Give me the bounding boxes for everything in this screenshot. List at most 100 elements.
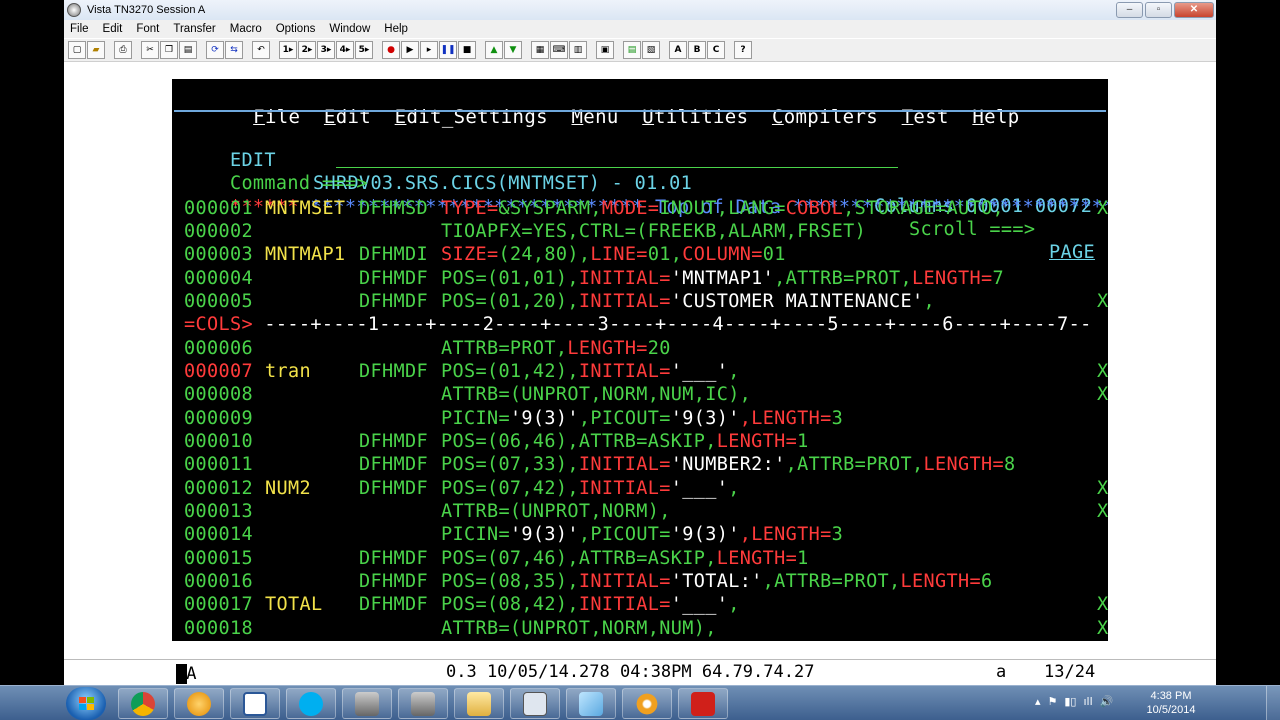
taskbar-tn3270-b[interactable] [398, 688, 448, 719]
line-operands[interactable]: POS=(07,33),INITIAL='NUMBER2:',ATTRB=PRO… [441, 453, 1015, 476]
macro-2-icon[interactable]: 2▸ [298, 41, 316, 59]
line-number[interactable]: 000015 [184, 548, 253, 569]
command-input[interactable] [336, 151, 898, 168]
taskbar-calculator[interactable] [510, 688, 560, 719]
line-operands[interactable]: TIOAPFX=YES,CTRL=(FREEKB,ALARM,FRSET) [441, 220, 866, 243]
line-number[interactable]: 000011 [184, 454, 253, 475]
line-number[interactable]: 000007 [184, 361, 253, 382]
copy-icon[interactable]: ❐ [160, 41, 178, 59]
session-a-button[interactable]: A [669, 41, 687, 59]
line-operands[interactable]: ATTRB=(UNPROT,NORM), [441, 500, 671, 523]
notes-icon[interactable]: ▤ [623, 41, 641, 59]
undo-icon[interactable]: ↶ [252, 41, 270, 59]
keypad-icon[interactable]: ▦ [531, 41, 549, 59]
taskbar-tn3270-a[interactable] [342, 688, 392, 719]
line-number[interactable]: 000018 [184, 618, 253, 639]
line-operands[interactable]: TYPE=&SYSPARM,MODE=INOUT,LANG=COBOL,STOR… [441, 197, 1004, 220]
line-number[interactable]: 000001 [184, 198, 253, 219]
macro-1-icon[interactable]: 1▸ [279, 41, 297, 59]
line-number[interactable]: 000009 [184, 408, 253, 429]
line-number[interactable]: 000008 [184, 384, 253, 405]
line-number[interactable]: 000004 [184, 268, 253, 289]
line-operands[interactable]: POS=(07,42),INITIAL='___', [441, 477, 740, 500]
grid-icon[interactable]: ▥ [569, 41, 587, 59]
line-operands[interactable]: ATTRB=PROT,LENGTH=20 [441, 337, 671, 360]
line-number[interactable]: 000010 [184, 431, 253, 452]
macro-4-icon[interactable]: 4▸ [336, 41, 354, 59]
step-icon[interactable]: ▸ [420, 41, 438, 59]
terminal-screen[interactable]: File Edit Edit_Settings Menu Utilities C… [172, 79, 1108, 641]
title-bar[interactable]: Vista TN3270 Session A – ▫ ✕ [64, 0, 1216, 20]
taskbar-chrome[interactable] [118, 688, 168, 719]
line-operands[interactable]: PICIN='9(3)',PICOUT='9(3)',LENGTH=3 [441, 523, 843, 546]
menu-window[interactable]: Window [329, 23, 370, 35]
line-operands[interactable]: POS=(01,01),INITIAL='MNTMAP1',ATTRB=PROT… [441, 267, 1004, 290]
line-operands[interactable]: POS=(07,46),ATTRB=ASKIP,LENGTH=1 [441, 547, 809, 570]
record-icon[interactable]: ● [382, 41, 400, 59]
sync-icon[interactable]: ⇆ [225, 41, 243, 59]
line-operands[interactable]: POS=(06,46),ATTRB=ASKIP,LENGTH=1 [441, 430, 809, 453]
line-number[interactable]: 000017 [184, 594, 253, 615]
macros-icon[interactable]: ▣ [596, 41, 614, 59]
taskbar-clock-display[interactable]: 4:38 PM 10/5/2014 [1140, 689, 1202, 717]
open-folder-icon[interactable]: ▰ [87, 41, 105, 59]
keyboard-icon[interactable]: ⌨ [550, 41, 568, 59]
cut-icon[interactable]: ✂ [141, 41, 159, 59]
system-tray[interactable]: ▴ ⚑ ▮▯ ıll 🔊 [1035, 695, 1113, 708]
taskbar-skype[interactable] [286, 688, 336, 719]
menu-transfer[interactable]: Transfer [173, 23, 215, 35]
continuation-mark: X [1097, 594, 1108, 616]
line-number[interactable]: 000016 [184, 571, 253, 592]
minimize-button[interactable]: – [1116, 2, 1143, 18]
line-operands[interactable]: SIZE=(24,80),LINE=01,COLUMN=01 [441, 243, 786, 266]
line-number[interactable]: 000002 [184, 221, 253, 242]
help-icon[interactable]: ? [734, 41, 752, 59]
line-operands[interactable]: POS=(08,42),INITIAL='___', [441, 593, 740, 616]
refresh-icon[interactable]: ⟳ [206, 41, 224, 59]
taskbar-flower[interactable] [622, 688, 672, 719]
line-operands[interactable]: POS=(01,20),INITIAL='CUSTOMER MAINTENANC… [441, 290, 935, 313]
new-file-icon[interactable]: ▢ [68, 41, 86, 59]
line-number[interactable]: 000014 [184, 524, 253, 545]
line-number[interactable]: 000006 [184, 338, 253, 359]
operand-token: 01, [647, 244, 683, 266]
pause-icon[interactable]: ❚❚ [439, 41, 457, 59]
line-operands[interactable]: POS=(08,35),INITIAL='TOTAL:',ATTRB=PROT,… [441, 570, 992, 593]
menu-options[interactable]: Options [276, 23, 316, 35]
paste-icon[interactable]: ▤ [179, 41, 197, 59]
line-number[interactable]: 000013 [184, 501, 253, 522]
line-number[interactable]: 000003 [184, 244, 253, 265]
menu-macro[interactable]: Macro [230, 23, 262, 35]
macro-3-icon[interactable]: 3▸ [317, 41, 335, 59]
operand-token: ATTRB=(UNPROT,NORM,NUM), [441, 617, 717, 639]
close-button[interactable]: ✕ [1174, 2, 1214, 18]
taskbar-explorer[interactable] [454, 688, 504, 719]
show-desktop-button[interactable] [1266, 686, 1280, 720]
receive-file-icon[interactable]: ▼ [504, 41, 522, 59]
macro-5-icon[interactable]: 5▸ [355, 41, 373, 59]
line-operands[interactable]: POS=(01,42),INITIAL='___', [441, 360, 740, 383]
menu-edit[interactable]: Edit [103, 23, 123, 35]
spell-icon[interactable]: ▧ [642, 41, 660, 59]
app-icon[interactable] [67, 3, 81, 17]
line-operands[interactable]: ATTRB=(UNPROT,NORM,NUM,IC), [441, 383, 751, 406]
session-b-button[interactable]: B [688, 41, 706, 59]
session-c-button[interactable]: C [707, 41, 725, 59]
print-icon[interactable]: ⎙ [114, 41, 132, 59]
line-number[interactable]: 000012 [184, 478, 253, 499]
taskbar-clock[interactable] [174, 688, 224, 719]
line-number[interactable]: 000005 [184, 291, 253, 312]
taskbar-acrobat[interactable] [678, 688, 728, 719]
play-icon[interactable]: ▶ [401, 41, 419, 59]
start-button[interactable] [66, 687, 106, 720]
menu-help[interactable]: Help [384, 23, 408, 35]
taskbar-word[interactable] [230, 688, 280, 719]
menu-font[interactable]: Font [136, 23, 159, 35]
menu-file[interactable]: File [70, 23, 89, 35]
line-operands[interactable]: ATTRB=(UNPROT,NORM,NUM), [441, 617, 717, 640]
maximize-button[interactable]: ▫ [1145, 2, 1172, 18]
stop-icon[interactable]: ■ [458, 41, 476, 59]
send-file-icon[interactable]: ▲ [485, 41, 503, 59]
line-operands[interactable]: PICIN='9(3)',PICOUT='9(3)',LENGTH=3 [441, 407, 843, 430]
taskbar-notes[interactable] [566, 688, 616, 719]
